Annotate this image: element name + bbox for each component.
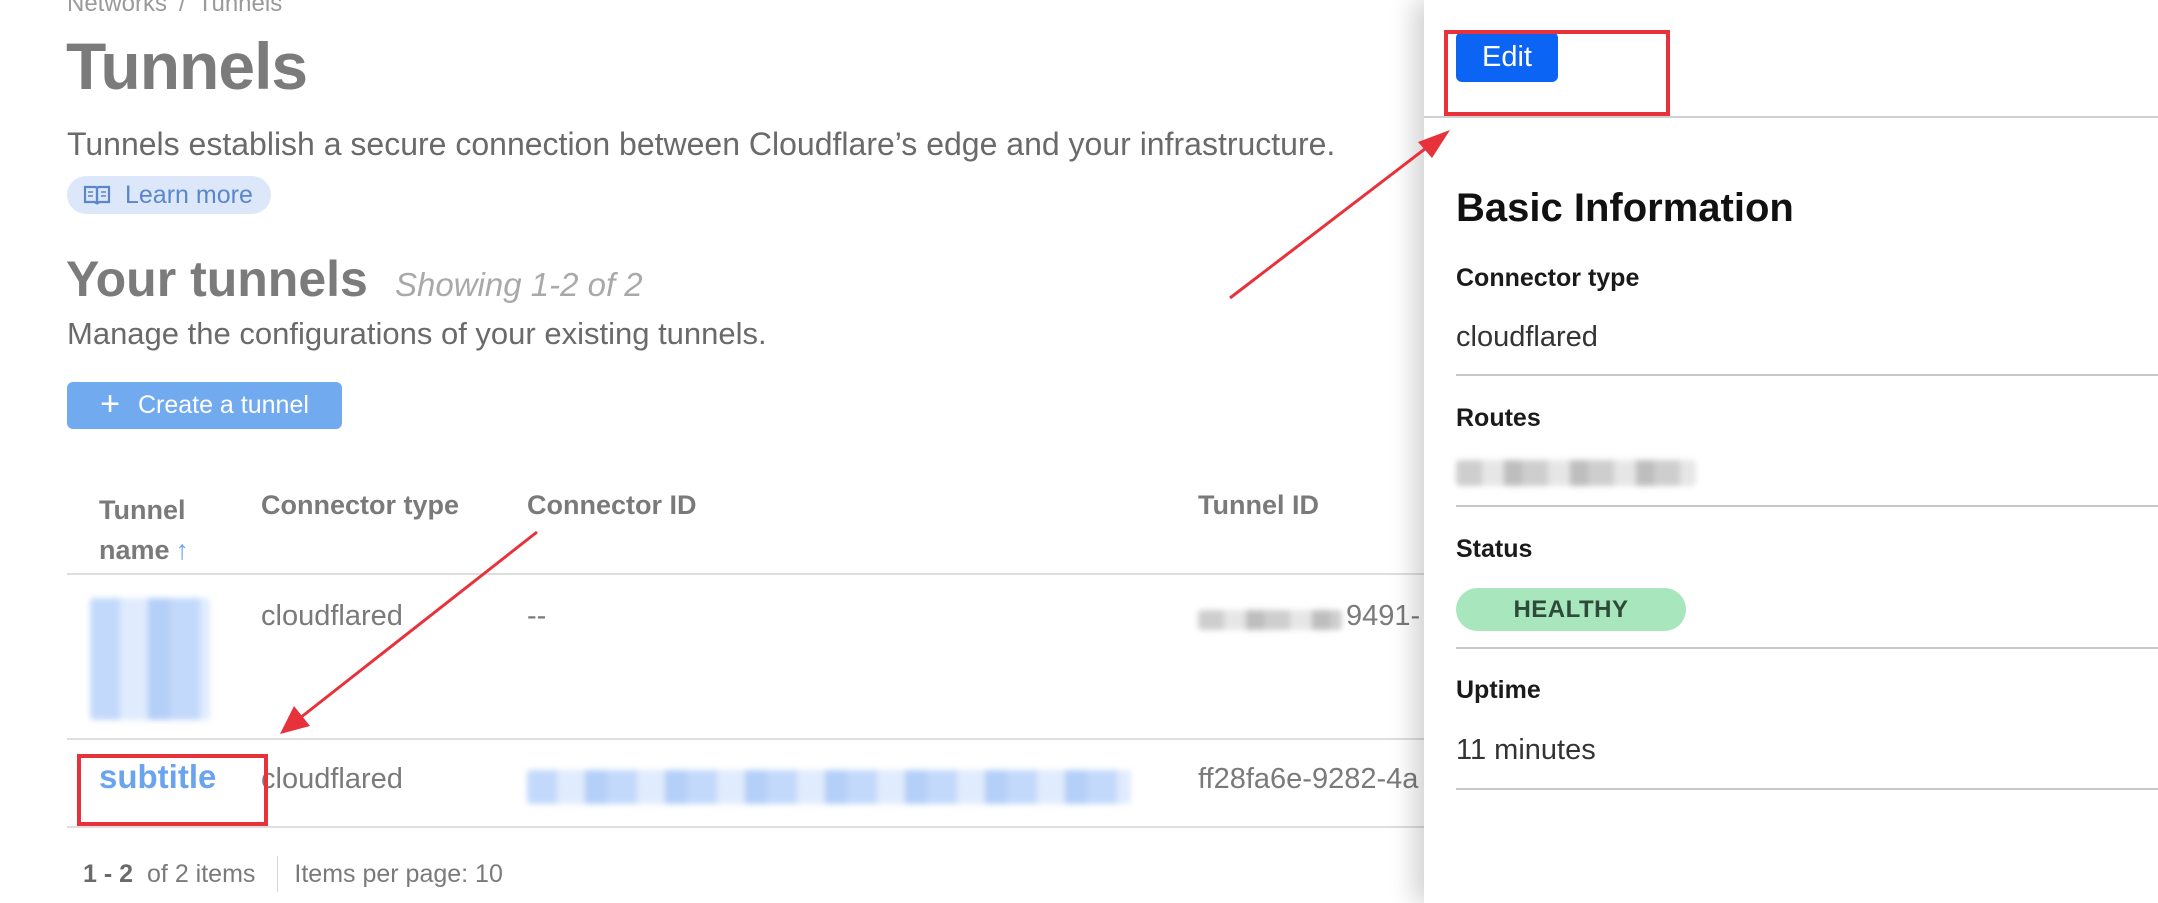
section-title: Your tunnels bbox=[66, 251, 368, 307]
panel-divider bbox=[1456, 647, 2158, 649]
items-per-page-select[interactable]: Items per page: 10 bbox=[294, 860, 502, 889]
table-header-divider bbox=[67, 573, 1424, 575]
breadcrumb-tunnels: Tunnels bbox=[197, 0, 283, 17]
panel-divider bbox=[1456, 505, 2158, 507]
tunnel-name-header-line2: name bbox=[99, 535, 170, 565]
plus-icon: + bbox=[100, 385, 120, 423]
connector-type-label: Connector type bbox=[1456, 264, 1640, 292]
pagination-range: 1 - 2 bbox=[83, 859, 134, 888]
create-tunnel-label: Create a tunnel bbox=[137, 391, 309, 419]
row1-connector-id: -- bbox=[527, 600, 547, 632]
pagination-divider bbox=[277, 856, 279, 892]
book-icon bbox=[83, 185, 111, 205]
uptime-label: Uptime bbox=[1456, 676, 1541, 704]
row-divider bbox=[67, 738, 1424, 740]
column-header-connector-type[interactable]: Connector type bbox=[261, 490, 459, 521]
page-description: Tunnels establish a secure connection be… bbox=[67, 126, 1336, 162]
redacted-tunnel-name[interactable] bbox=[90, 598, 210, 720]
tunnels-page: Networks / Tunnels Tunnels Tunnels establi… bbox=[0, 0, 1424, 903]
sort-ascending-icon[interactable]: ↑ bbox=[176, 535, 190, 565]
panel-divider bbox=[1456, 788, 2158, 790]
status-badge: HEALTHY bbox=[1456, 588, 1686, 631]
learn-more-button[interactable]: Learn more bbox=[67, 176, 271, 214]
redacted-route bbox=[1456, 460, 1696, 486]
uptime-value: 11 minutes bbox=[1456, 734, 1596, 766]
routes-label: Routes bbox=[1456, 404, 1541, 432]
row2-tunnel-id: ff28fa6e-9282-4a bbox=[1198, 763, 1419, 795]
row1-tunnel-id: 9491- bbox=[1346, 600, 1421, 632]
row1-connector-type: cloudflared bbox=[261, 600, 403, 632]
table-bottom-divider bbox=[67, 826, 1424, 828]
annotation-box-tunnel-name bbox=[77, 754, 268, 826]
tunnel-name-header-line1: Tunnel bbox=[99, 495, 186, 525]
panel-divider bbox=[1456, 374, 2158, 376]
showing-count: Showing 1-2 of 2 bbox=[395, 266, 643, 303]
breadcrumb: Networks / Tunnels bbox=[67, 0, 282, 18]
section-description: Manage the configurations of your existi… bbox=[67, 316, 767, 351]
column-header-tunnel-id[interactable]: Tunnel ID bbox=[1198, 490, 1319, 521]
pagination-total: of 2 items bbox=[147, 859, 256, 888]
column-header-tunnel-name[interactable]: Tunnel name ↑ bbox=[99, 490, 189, 570]
status-label: Status bbox=[1456, 535, 1533, 563]
annotation-box-edit bbox=[1444, 30, 1670, 116]
redacted-connector-id[interactable] bbox=[527, 770, 1131, 804]
redacted-tunnel-id bbox=[1198, 610, 1342, 630]
column-header-connector-id[interactable]: Connector ID bbox=[527, 490, 697, 521]
pagination: 1 - 2 of 2 items Items per page: 10 bbox=[83, 856, 503, 892]
breadcrumb-separator: / bbox=[179, 0, 186, 17]
row2-connector-type: cloudflared bbox=[261, 763, 403, 795]
learn-more-label: Learn more bbox=[125, 180, 253, 209]
page-title: Tunnels bbox=[66, 29, 308, 103]
panel-heading: Basic Information bbox=[1456, 186, 1794, 230]
create-tunnel-button[interactable]: + Create a tunnel bbox=[67, 382, 342, 429]
connector-type-value: cloudflared bbox=[1456, 321, 1598, 353]
breadcrumb-networks[interactable]: Networks bbox=[67, 0, 167, 17]
panel-header-divider bbox=[1424, 116, 2158, 118]
tunnel-detail-panel: Edit Basic Information Connector type cl… bbox=[1424, 0, 2158, 903]
